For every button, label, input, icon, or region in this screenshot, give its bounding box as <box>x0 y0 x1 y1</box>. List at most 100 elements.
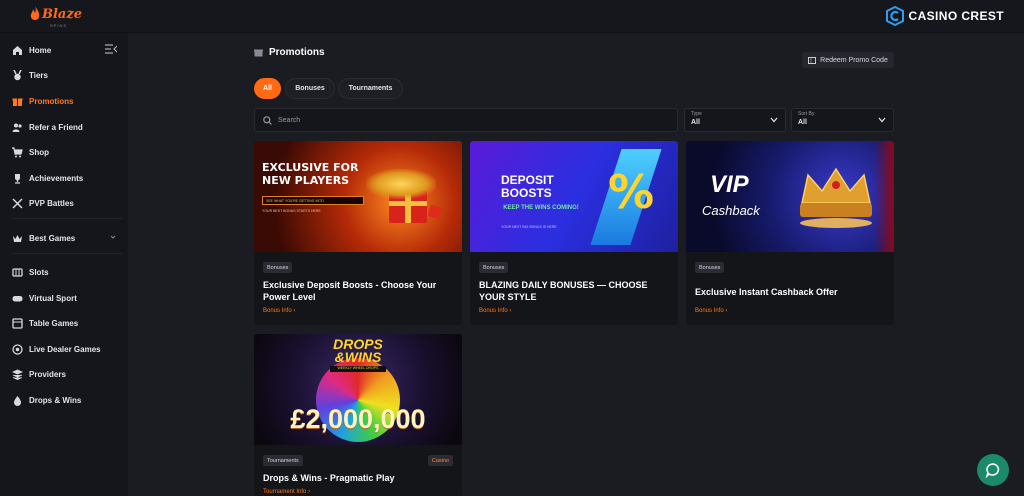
promo-title: Drops & Wins - Pragmatic Play <box>263 473 395 483</box>
ticket-icon <box>808 56 817 64</box>
gift-icon <box>12 96 23 107</box>
sidebar-item-slots[interactable]: Slots <box>12 263 49 281</box>
banner-note: YOUR BEST BONUS STARTS HERE <box>262 209 321 213</box>
chat-bubble-icon <box>985 463 1000 478</box>
crown-icon <box>12 233 23 244</box>
gamepad-icon <box>12 293 23 304</box>
drops-icon <box>12 395 23 406</box>
slots-icon <box>12 267 23 278</box>
search-placeholder: Search <box>278 116 301 124</box>
users-icon <box>12 122 23 133</box>
casino-crest-icon <box>885 6 904 26</box>
sidebar-item-label: Virtual Sport <box>29 293 77 303</box>
chat-button[interactable] <box>977 454 1009 486</box>
sidebar-item-label: Promotions <box>29 96 74 106</box>
tournament-info-link[interactable]: Tournament Info › <box>263 489 310 495</box>
trophy-icon <box>12 173 23 184</box>
sidebar-item-refer-a-friend[interactable]: Refer a Friend <box>12 118 83 136</box>
search-input[interactable]: Search <box>254 108 678 132</box>
sidebar-item-label: Slots <box>29 267 49 277</box>
sidebar-item-providers[interactable]: Providers <box>12 365 66 383</box>
sidebar-item-label: Refer a Friend <box>29 122 83 132</box>
tab-all[interactable]: All <box>254 78 281 99</box>
bonus-info-link[interactable]: Bonus Info › <box>479 308 511 314</box>
category-tag: Bonuses <box>695 262 725 273</box>
bonus-info-link[interactable]: Bonus Info › <box>263 308 295 314</box>
sidebar-item-table-games[interactable]: Table Games <box>12 314 78 332</box>
sidebar-item-label: Home <box>29 45 52 55</box>
sidebar-item-pvp-battles[interactable]: PVP Battles <box>12 194 74 212</box>
logo-subtext: SPINS <box>50 23 68 28</box>
promo-banner-drops-wins: DROPS &WINS WEEKLY WHEEL DROPS £2,000,00… <box>254 334 462 445</box>
banner-line1: VIP <box>710 171 749 198</box>
banner-strip: SEE WHAT YOU'RE GETTING INTO <box>262 196 364 205</box>
curtain-red <box>874 141 894 252</box>
sidebar-divider <box>12 218 122 219</box>
promo-title: Exclusive Deposit Boosts - Choose Your P… <box>263 280 437 302</box>
banner-line2: BOOSTS <box>501 186 552 200</box>
banner-strip: KEEP THE WINS COMING! <box>503 205 579 211</box>
dice-icon <box>427 204 443 220</box>
promo-card[interactable]: VIP Cashback Bonuses Exclusive Instant C… <box>686 141 894 325</box>
banner-line2: &WINS <box>334 349 382 365</box>
promo-card[interactable]: DEPOSIT BOOSTS KEEP THE WINS COMING! YOU… <box>470 141 678 325</box>
type-select-value: All <box>691 119 700 126</box>
promo-title: Exclusive Instant Cashback Offer <box>695 287 838 297</box>
bonus-info-link[interactable]: Bonus Info › <box>695 308 727 314</box>
tab-bonuses[interactable]: Bonuses <box>285 78 335 99</box>
coins-icon <box>366 169 436 199</box>
medal-icon <box>12 69 23 81</box>
banner-line2: Cashback <box>702 203 760 218</box>
sidebar-item-label: Table Games <box>29 318 79 328</box>
sidebar-item-virtual-sport[interactable]: Virtual Sport <box>12 289 77 307</box>
swords-icon <box>12 197 23 209</box>
promo-banner-deposit-boosts: DEPOSIT BOOSTS KEEP THE WINS COMING! YOU… <box>470 141 678 252</box>
banner-strip: WEEKLY WHEEL DROPS <box>330 366 386 372</box>
cart-icon <box>12 146 23 158</box>
page-title: Promotions <box>254 47 325 58</box>
chevron-down-icon[interactable] <box>110 234 116 240</box>
promo-card[interactable]: DROPS &WINS WEEKLY WHEEL DROPS £2,000,00… <box>254 334 462 496</box>
category-tag: Bonuses <box>479 262 509 273</box>
tab-tournaments[interactable]: Tournaments <box>338 78 403 99</box>
logo-text: Blaze <box>42 6 83 22</box>
percent-icon: % <box>608 165 655 219</box>
sidebar-item-shop[interactable]: Shop <box>12 143 49 161</box>
search-icon <box>263 115 272 125</box>
table-icon <box>12 317 23 329</box>
redeem-promo-code-button[interactable]: Redeem Promo Code <box>802 52 894 68</box>
flame-icon <box>30 6 40 20</box>
banner-note: YOUR NEXT BIG BONUS IS HERE <box>501 225 557 229</box>
sidebar-item-label: Best Games <box>29 233 76 243</box>
sidebar-item-tiers[interactable]: Tiers <box>12 66 48 84</box>
category-tag: Tournaments <box>263 455 303 466</box>
sort-by-select[interactable]: Sort By All <box>791 108 894 132</box>
banner-amount: £2,000,000 <box>290 404 426 434</box>
promo-card[interactable]: EXCLUSIVE FOR NEW PLAYERS SEE WHAT YOU'R… <box>254 141 462 325</box>
sidebar-item-achievements[interactable]: Achievements <box>12 169 83 187</box>
promotions-icon <box>254 49 263 57</box>
top-bar: Blaze SPINS CASINO CREST <box>0 0 1024 33</box>
brand-logo[interactable]: CASINO CREST <box>885 6 1004 26</box>
sidebar-item-label: Tiers <box>29 70 48 80</box>
brand-name: CASINO CREST <box>908 9 1004 23</box>
promo-banner-exclusive-new-players: EXCLUSIVE FOR NEW PLAYERS SEE WHAT YOU'R… <box>254 141 462 252</box>
sidebar-item-live-dealer-games[interactable]: Live Dealer Games <box>12 340 101 358</box>
sidebar-item-promotions[interactable]: Promotions <box>12 92 73 110</box>
sidebar-item-label: PVP Battles <box>29 198 74 208</box>
collapse-sidebar-icon[interactable] <box>105 44 117 54</box>
type-select-label: Type <box>691 111 702 117</box>
sidebar-item-drops-wins[interactable]: Drops & Wins <box>12 391 81 409</box>
sort-by-value: All <box>798 119 807 126</box>
sidebar-item-home[interactable]: Home <box>12 41 51 59</box>
sidebar-item-best-games[interactable]: Best Games <box>12 229 75 247</box>
sidebar-item-label: Drops & Wins <box>29 395 82 405</box>
banner-line2: NEW PLAYERS <box>262 174 350 187</box>
category-tag-casino: Casino <box>427 455 453 466</box>
home-icon <box>12 45 23 56</box>
type-select[interactable]: Type All <box>684 108 786 132</box>
chevron-down-icon <box>878 117 886 123</box>
crown-icon <box>796 163 876 229</box>
category-tag: Bonuses <box>263 262 293 273</box>
site-logo[interactable]: Blaze SPINS <box>30 6 83 28</box>
